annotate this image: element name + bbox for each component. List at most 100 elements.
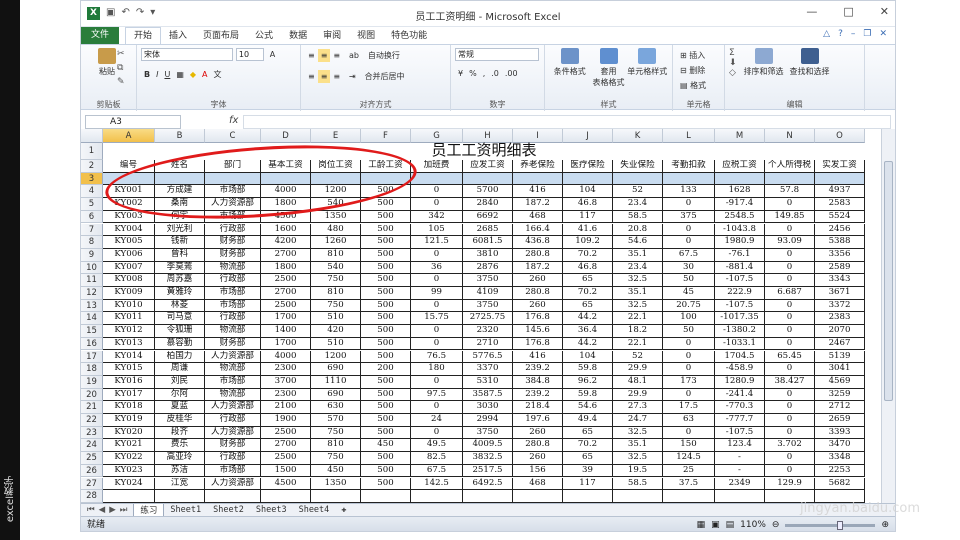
column-header[interactable]: F: [361, 129, 411, 143]
data-cell[interactable]: 6.687: [765, 287, 815, 300]
data-cell[interactable]: 5776.5: [463, 350, 513, 364]
data-cell[interactable]: -1033.1: [715, 337, 765, 351]
data-cell[interactable]: 行政部: [205, 312, 261, 326]
data-cell[interactable]: 0: [765, 223, 815, 237]
function-icon[interactable]: fx: [229, 115, 238, 126]
data-cell[interactable]: 2500: [261, 452, 311, 465]
data-cell[interactable]: 3587.5: [463, 388, 513, 402]
sheet-tab[interactable]: Sheet4: [293, 505, 336, 515]
border-icon[interactable]: ▦: [173, 68, 187, 81]
header-cell[interactable]: 实发工资: [815, 160, 865, 173]
data-cell[interactable]: 436.8: [513, 236, 563, 249]
autosum-icon[interactable]: Σ: [729, 48, 737, 58]
data-cell[interactable]: 1900: [261, 414, 311, 427]
data-cell[interactable]: 109.2: [563, 236, 613, 249]
data-cell[interactable]: 2100: [261, 401, 311, 414]
data-cell[interactable]: 4500: [261, 477, 311, 491]
data-cell[interactable]: 19.5: [613, 464, 663, 478]
data-cell[interactable]: 段齐: [155, 426, 205, 440]
data-cell[interactable]: KY011: [103, 312, 155, 326]
data-cell[interactable]: 750: [311, 452, 361, 465]
data-cell[interactable]: 3700: [261, 375, 311, 389]
data-cell[interactable]: 0: [765, 274, 815, 287]
data-cell[interactable]: 52: [613, 185, 663, 199]
data-cell[interactable]: 市场部: [205, 287, 261, 300]
data-cell[interactable]: 67.5: [663, 248, 715, 262]
data-cell[interactable]: 3810: [463, 248, 513, 262]
data-cell[interactable]: 0: [765, 248, 815, 262]
ribbon-minimize-icon[interactable]: △: [823, 29, 830, 39]
data-cell[interactable]: 2456: [815, 223, 865, 237]
phonetic-icon[interactable]: 文: [211, 67, 225, 82]
data-cell[interactable]: 500: [361, 375, 411, 389]
data-cell[interactable]: KY015: [103, 363, 155, 376]
number-format-select[interactable]: 常规: [455, 48, 539, 61]
data-cell[interactable]: 145.6: [513, 325, 563, 338]
first-sheet-icon[interactable]: ⏮: [87, 505, 95, 515]
data-cell[interactable]: 104: [563, 185, 613, 199]
data-cell[interactable]: 124.5: [663, 452, 715, 465]
data-cell[interactable]: 500: [361, 388, 411, 402]
data-cell[interactable]: 0: [411, 299, 463, 313]
underline-button[interactable]: U: [161, 68, 173, 81]
column-header[interactable]: M: [715, 129, 765, 143]
data-cell[interactable]: 1110: [311, 375, 361, 389]
data-cell[interactable]: 500: [361, 477, 411, 491]
data-cell[interactable]: 1350: [311, 477, 361, 491]
data-cell[interactable]: KY017: [103, 388, 155, 402]
data-cell[interactable]: 5310: [463, 375, 513, 389]
data-cell[interactable]: [155, 490, 205, 503]
workbook-minimize-icon[interactable]: –: [851, 29, 856, 39]
data-cell[interactable]: 468: [513, 210, 563, 224]
data-cell[interactable]: 54.6: [563, 401, 613, 414]
data-cell[interactable]: 70.2: [563, 439, 613, 453]
data-cell[interactable]: KY021: [103, 439, 155, 453]
column-header[interactable]: A: [103, 129, 155, 143]
data-cell[interactable]: 0: [411, 426, 463, 440]
data-cell[interactable]: KY008: [103, 274, 155, 287]
data-cell[interactable]: 3041: [815, 363, 865, 376]
data-cell[interactable]: 1700: [261, 312, 311, 326]
data-cell[interactable]: 222.9: [715, 287, 765, 300]
data-cell[interactable]: 450: [361, 439, 411, 453]
zoom-level[interactable]: 110%: [740, 517, 766, 531]
data-cell[interactable]: 0: [411, 185, 463, 199]
data-cell[interactable]: 510: [311, 337, 361, 351]
data-cell[interactable]: 480: [311, 223, 361, 237]
data-cell[interactable]: 李莫蔫: [155, 261, 205, 275]
data-cell[interactable]: 22.1: [613, 337, 663, 351]
data-cell[interactable]: 0: [765, 363, 815, 376]
data-cell[interactable]: 149.85: [765, 210, 815, 224]
row-header[interactable]: 18: [81, 363, 103, 376]
fill-color-icon[interactable]: ◆: [187, 68, 199, 81]
row-header[interactable]: 26: [81, 464, 103, 478]
sheet-tab[interactable]: Sheet2: [207, 505, 250, 515]
name-box[interactable]: A3: [85, 115, 181, 129]
data-cell[interactable]: 500: [361, 452, 411, 465]
data-cell[interactable]: 176.8: [513, 337, 563, 351]
data-cell[interactable]: 44.2: [563, 312, 613, 326]
data-cell[interactable]: [311, 490, 361, 503]
data-cell[interactable]: 0: [765, 414, 815, 427]
data-cell[interactable]: -1017.35: [715, 312, 765, 326]
currency-icon[interactable]: ¥: [455, 67, 466, 80]
data-cell[interactable]: 0: [411, 198, 463, 211]
data-cell[interactable]: 32.5: [613, 452, 663, 465]
data-cell[interactable]: 2725.75: [463, 312, 513, 326]
data-cell[interactable]: 2517.5: [463, 464, 513, 478]
header-cell[interactable]: 个人所得税: [765, 160, 815, 173]
data-cell[interactable]: 0: [765, 198, 815, 211]
data-cell[interactable]: 0: [765, 452, 815, 465]
data-cell[interactable]: KY013: [103, 337, 155, 351]
row-header[interactable]: 7: [81, 223, 103, 237]
align-left-icon[interactable]: ≡: [305, 70, 318, 83]
data-cell[interactable]: 1200: [311, 350, 361, 364]
data-cell[interactable]: 2548.5: [715, 210, 765, 224]
data-cell[interactable]: 1600: [261, 223, 311, 237]
row-header[interactable]: 17: [81, 350, 103, 364]
data-cell[interactable]: 37.5: [663, 477, 715, 491]
data-cell[interactable]: 41.6: [563, 223, 613, 237]
data-cell[interactable]: 3750: [463, 426, 513, 440]
data-cell[interactable]: 500: [361, 248, 411, 262]
page-break-view-icon[interactable]: ▤: [726, 517, 735, 531]
